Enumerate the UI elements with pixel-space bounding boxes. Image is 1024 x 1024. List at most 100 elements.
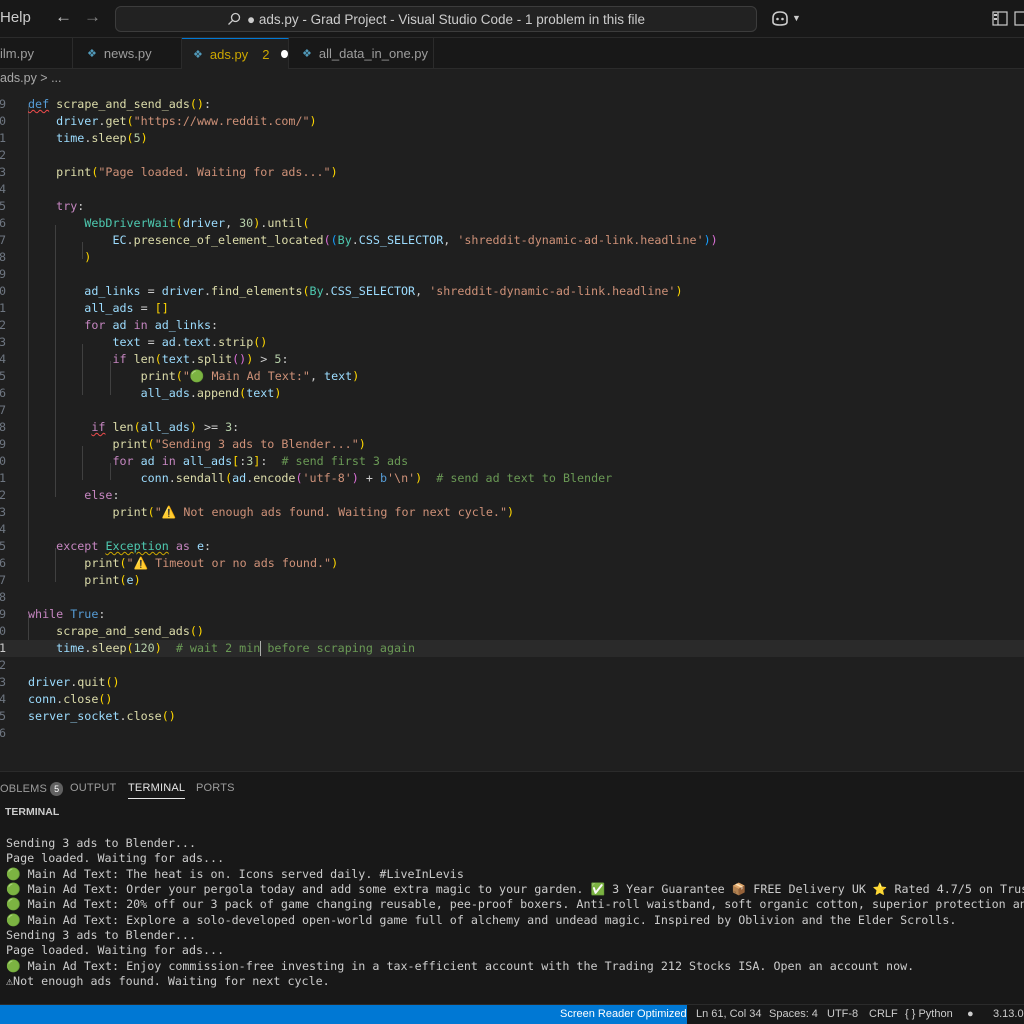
- command-center-search[interactable]: ● ads.py - Grad Project - Visual Studio …: [115, 6, 757, 32]
- line-number: 6: [0, 726, 6, 740]
- line-number: 2: [0, 658, 6, 672]
- code-line[interactable]: 5 print("🟢 Main Ad Text:", text): [0, 368, 1024, 385]
- tab-problems[interactable]: OBLEMS 5: [0, 782, 64, 796]
- forward-arrow-icon[interactable]: →: [84, 7, 101, 27]
- tab-output[interactable]: OUTPUT: [70, 782, 116, 794]
- code-line[interactable]: 0 for ad in all_ads[:3]: # send first 3 …: [0, 453, 1024, 470]
- code-line[interactable]: 4 if len(text.split()) > 5:: [0, 351, 1024, 368]
- line-number: 2: [0, 148, 6, 162]
- line-number: 8: [0, 250, 6, 264]
- code-line[interactable]: 9 def scrape_and_send_ads():: [0, 96, 1024, 113]
- terminal-line: Page loaded. Waiting for ads...: [6, 851, 225, 865]
- line-number: 6: [0, 216, 6, 230]
- code-line[interactable]: 7 print(e): [0, 572, 1024, 589]
- code-line[interactable]: 0 driver.get("https://www.reddit.com/"): [0, 113, 1024, 130]
- screen-reader-status[interactable]: Screen Reader Optimized: [552, 1005, 687, 1024]
- editor-tab-bar: ilm.py ❖ news.py ❖ ads.py 2 ❖ all_data_i…: [0, 38, 1024, 69]
- text-cursor: [260, 641, 261, 656]
- code-line[interactable]: 1 time.sleep(5): [0, 130, 1024, 147]
- tab-label: OBLEMS: [0, 783, 48, 795]
- code-line[interactable]: 9: [0, 266, 1024, 283]
- code-line[interactable]: 6 all_ads.append(text): [0, 385, 1024, 402]
- code-line[interactable]: 8 ): [0, 249, 1024, 266]
- code-line[interactable]: 4 conn.close(): [0, 691, 1024, 708]
- copilot-status-icon[interactable]: ●: [967, 1008, 974, 1020]
- code-line[interactable]: 6 print("⚠️ Timeout or no ads found."): [0, 555, 1024, 572]
- python-version[interactable]: 3.13.0: [993, 1008, 1024, 1020]
- code-line[interactable]: 0 scrape_and_send_ads(): [0, 623, 1024, 640]
- line-number: 9: [0, 267, 6, 281]
- code-line[interactable]: 8: [0, 589, 1024, 606]
- line-number: 6: [0, 556, 6, 570]
- code-line[interactable]: 1 all_ads = []: [0, 300, 1024, 317]
- line-number: 0: [0, 624, 6, 638]
- code-line[interactable]: 8 if len(all_ads) >= 3:: [0, 419, 1024, 436]
- unsaved-dot-icon[interactable]: [281, 50, 288, 58]
- chevron-down-icon: ▼: [792, 13, 801, 23]
- code-line[interactable]: 4: [0, 181, 1024, 198]
- code-text: if len(all_ads) >= 3:: [91, 420, 240, 434]
- toggle-sidebar-icon[interactable]: [992, 11, 1008, 26]
- code-line[interactable]: 9 while True:: [0, 606, 1024, 623]
- code-editor[interactable]: 9 def scrape_and_send_ads(): 0 driver.get…: [0, 89, 1024, 770]
- code-line-current[interactable]: 1 time.sleep(120) # wait 2 min before sc…: [0, 640, 1024, 657]
- code-line[interactable]: 2 else:: [0, 487, 1024, 504]
- tab-all-data-in-one-py[interactable]: ❖ all_data_in_one.py: [289, 38, 434, 69]
- python-file-icon: ❖: [302, 48, 312, 60]
- back-arrow-icon[interactable]: ←: [55, 7, 72, 27]
- code-text: scrape_and_send_ads(): [56, 624, 204, 638]
- tab-ports[interactable]: PORTS: [196, 782, 235, 794]
- code-text: print("Page loaded. Waiting for ads..."): [56, 165, 338, 179]
- code-line[interactable]: 4: [0, 521, 1024, 538]
- code-text: conn.sendall(ad.encode('utf-8') + b'\n')…: [140, 471, 613, 485]
- indentation[interactable]: Spaces: 4: [769, 1008, 818, 1020]
- code-line[interactable]: 6 WebDriverWait(driver, 30).until(: [0, 215, 1024, 232]
- code-line[interactable]: 3 text = ad.text.strip(): [0, 334, 1024, 351]
- terminal-output[interactable]: Sending 3 ads to Blender... Page loaded.…: [0, 821, 1024, 1004]
- code-text: EC.presence_of_element_located((By.CSS_S…: [112, 233, 718, 247]
- tab-terminal[interactable]: TERMINAL: [128, 782, 186, 799]
- menu-help[interactable]: Help: [0, 9, 31, 26]
- line-number: 1: [0, 471, 6, 485]
- toggle-panel-icon[interactable]: [1014, 11, 1024, 26]
- tab-ilm-py[interactable]: ilm.py: [0, 38, 73, 69]
- code-line[interactable]: 2: [0, 147, 1024, 164]
- search-icon: [227, 12, 241, 25]
- code-line[interactable]: 7: [0, 402, 1024, 419]
- code-line[interactable]: 7 EC.presence_of_element_located((By.CSS…: [0, 232, 1024, 249]
- line-number: 2: [0, 488, 6, 502]
- line-number: 4: [0, 352, 6, 366]
- code-text: time.sleep(5): [56, 131, 148, 145]
- terminal-line: Page loaded. Waiting for ads...: [6, 943, 225, 957]
- code-text: text = ad.text.strip(): [112, 335, 268, 349]
- code-line[interactable]: 3 print("Page loaded. Waiting for ads...…: [0, 164, 1024, 181]
- copilot-menu[interactable]: ▼: [770, 9, 801, 27]
- tab-news-py[interactable]: ❖ news.py: [73, 38, 182, 69]
- breadcrumb[interactable]: ads.py > ...: [0, 69, 1024, 89]
- code-text: server_socket.close(): [28, 709, 176, 723]
- tab-ads-py[interactable]: ❖ ads.py 2: [182, 38, 289, 69]
- code-line[interactable]: 2: [0, 657, 1024, 674]
- code-text: driver.quit(): [28, 675, 120, 689]
- code-line[interactable]: 5 except Exception as e:: [0, 538, 1024, 555]
- code-line[interactable]: 9 print("Sending 3 ads to Blender..."): [0, 436, 1024, 453]
- python-file-icon: ❖: [193, 48, 203, 61]
- terminal-line: Sending 3 ads to Blender...: [6, 928, 196, 942]
- code-line[interactable]: 6: [0, 725, 1024, 742]
- code-line[interactable]: 0 ad_links = driver.find_elements(By.CSS…: [0, 283, 1024, 300]
- terminal-section-header[interactable]: TERMINAL: [0, 803, 1024, 821]
- code-line[interactable]: 5 server_socket.close(): [0, 708, 1024, 725]
- code-line[interactable]: 3 print("⚠️ Not enough ads found. Waitin…: [0, 504, 1024, 521]
- line-number: 3: [0, 675, 6, 689]
- cursor-position[interactable]: Ln 61, Col 34: [696, 1008, 761, 1020]
- code-line[interactable]: 2 for ad in ad_links:: [0, 317, 1024, 334]
- line-number: 5: [0, 199, 6, 213]
- line-number: 0: [0, 454, 6, 468]
- encoding[interactable]: UTF-8: [827, 1008, 858, 1020]
- panel-tab-bar: OBLEMS 5 OUTPUT TERMINAL PORTS: [0, 771, 1024, 803]
- code-line[interactable]: 1 conn.sendall(ad.encode('utf-8') + b'\n…: [0, 470, 1024, 487]
- code-line[interactable]: 3 driver.quit(): [0, 674, 1024, 691]
- language-mode[interactable]: { } Python: [905, 1008, 953, 1020]
- line-ending[interactable]: CRLF: [869, 1008, 898, 1020]
- code-line[interactable]: 5 try:: [0, 198, 1024, 215]
